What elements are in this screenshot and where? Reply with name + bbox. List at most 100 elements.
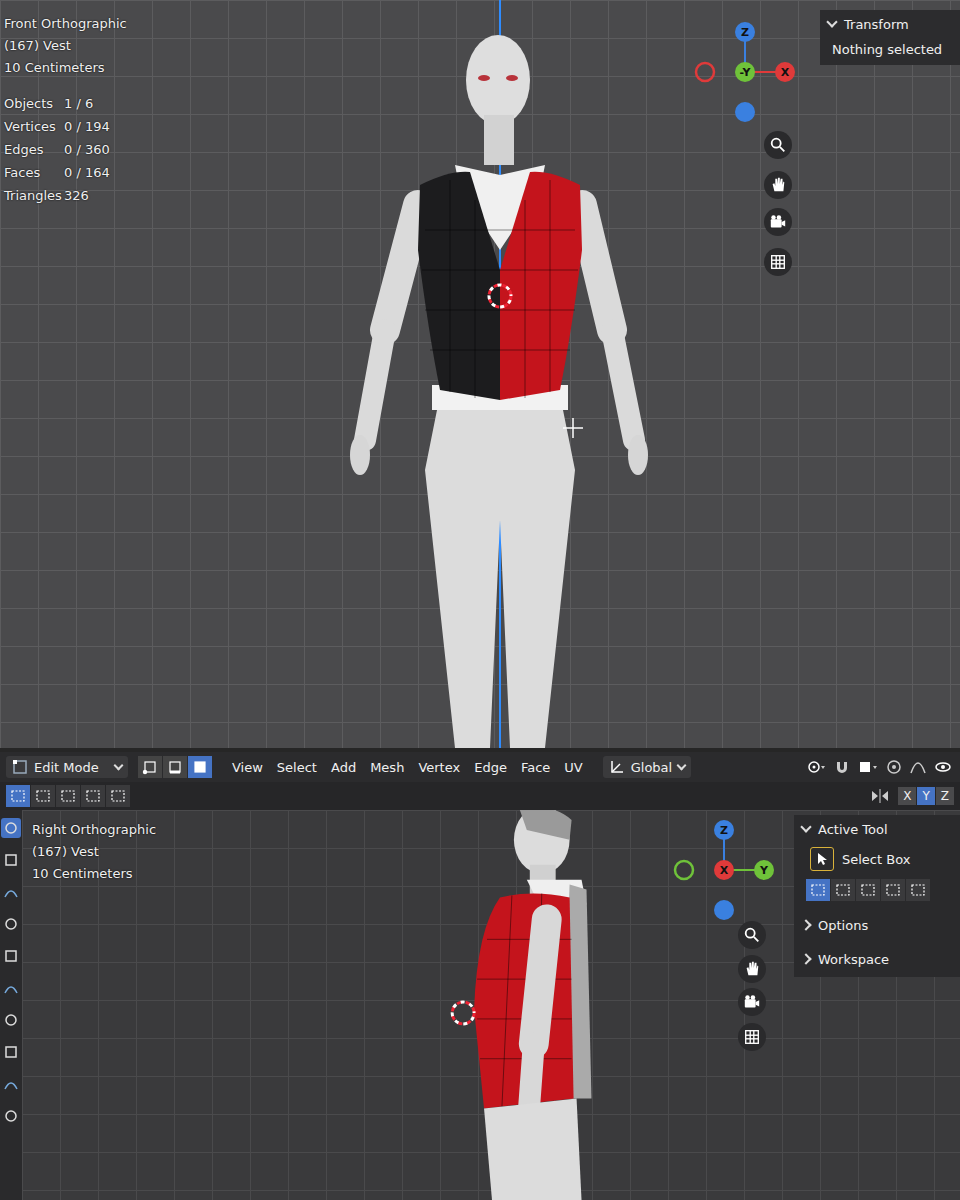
- menu-item[interactable]: Add: [331, 760, 356, 775]
- hand-icon[interactable]: [738, 955, 766, 983]
- camera-glyph-icon: [743, 993, 761, 1011]
- tool-icon[interactable]: [1, 1042, 21, 1062]
- pivot-icon[interactable]: [806, 759, 826, 775]
- axis-toggle[interactable]: X: [898, 787, 916, 805]
- tool-icon[interactable]: [1, 978, 21, 998]
- svg-text:-Y: -Y: [740, 66, 752, 79]
- zoom-icon[interactable]: [764, 131, 792, 159]
- panel-section[interactable]: Options: [802, 915, 952, 935]
- zoom-icon[interactable]: [738, 921, 766, 949]
- camera-icon[interactable]: [764, 208, 792, 236]
- active-tool-header[interactable]: Active Tool: [802, 819, 952, 839]
- falloff-icon[interactable]: [910, 759, 926, 775]
- svg-text:Y: Y: [759, 864, 769, 877]
- box-mode-icon[interactable]: [81, 785, 105, 807]
- mode-dropdown[interactable]: Edit Mode: [6, 756, 128, 778]
- edge-mode-icon[interactable]: [163, 756, 187, 778]
- box-mode-icon[interactable]: [831, 879, 855, 901]
- chevron-icon: [826, 16, 837, 27]
- tool-icon[interactable]: [1, 1106, 21, 1126]
- menu-item[interactable]: UV: [564, 760, 582, 775]
- tool-icon[interactable]: [1, 1074, 21, 1094]
- tool-icon[interactable]: [1, 882, 21, 902]
- right-viewport[interactable]: Right Orthographic(167) Vest10 Centimete…: [22, 810, 960, 1200]
- section-title: Workspace: [818, 952, 889, 967]
- proportional-icon[interactable]: [886, 759, 902, 775]
- axis-toggle[interactable]: Z: [936, 787, 954, 805]
- box-mode-icon[interactable]: [56, 785, 80, 807]
- toolbar: [0, 810, 22, 1200]
- select-mode-icon: [860, 882, 876, 898]
- face-mode-icon[interactable]: [188, 756, 212, 778]
- tool-glyph-icon: [3, 1044, 19, 1060]
- tool-icon[interactable]: [1, 946, 21, 966]
- stat-value: 0 / 164: [64, 163, 127, 183]
- select-mode-group: [138, 756, 212, 778]
- tool-icon[interactable]: [1, 818, 21, 838]
- stat-value: 0 / 360: [64, 140, 127, 160]
- viewport-header: Edit Mode View Select Add Mesh Vertex Edge Face…: [0, 752, 960, 782]
- menu-item[interactable]: Face: [521, 760, 550, 775]
- magnet-icon[interactable]: [834, 759, 850, 775]
- menu-item[interactable]: Edge: [474, 760, 507, 775]
- tool-glyph-icon: [3, 948, 19, 964]
- box-mode-icon[interactable]: [856, 879, 880, 901]
- tool-icon[interactable]: [1, 850, 21, 870]
- box-mode-icon[interactable]: [881, 879, 905, 901]
- tool-icon[interactable]: [1, 1010, 21, 1030]
- object-name: (167) Vest: [4, 36, 127, 56]
- tool-icon[interactable]: [1, 914, 21, 934]
- panel-section[interactable]: Workspace: [802, 949, 952, 969]
- cube-icon: [167, 759, 183, 775]
- transform-panel: TransformNothing selected: [820, 10, 960, 65]
- camera-glyph-icon: [769, 213, 787, 231]
- vertex-mode-icon[interactable]: [138, 756, 162, 778]
- grid-icon[interactable]: [738, 1023, 766, 1051]
- hand-glyph-icon: [769, 176, 787, 194]
- orientation-dropdown[interactable]: Global: [603, 756, 691, 778]
- tool-name: Select Box: [842, 852, 910, 867]
- grid-scale: 10 Centimeters: [32, 864, 156, 884]
- select-mode-icon: [835, 882, 851, 898]
- select-mode-icon: [85, 788, 101, 804]
- menu-bar: View Select Add Mesh Vertex Edge Face UV: [222, 760, 583, 775]
- axis-toggle[interactable]: Y: [917, 787, 934, 805]
- front-viewport[interactable]: Front Orthographic(167) Vest10 Centimete…: [0, 0, 960, 752]
- cursor-icon: [814, 851, 830, 867]
- tool-glyph-icon: [3, 884, 19, 900]
- snap-target-icon[interactable]: [858, 759, 878, 775]
- box-mode-icon[interactable]: [906, 879, 930, 901]
- mirror-axes: XYZ: [898, 787, 954, 805]
- tool-glyph-icon: [3, 1108, 19, 1124]
- orientation-label: Global: [631, 760, 672, 775]
- axes-icon: [609, 759, 625, 775]
- svg-text:X: X: [720, 864, 729, 877]
- view-info: Right Orthographic(167) Vest10 Centimete…: [32, 820, 156, 884]
- camera-icon[interactable]: [738, 988, 766, 1016]
- transform-header[interactable]: Transform: [828, 14, 952, 34]
- box-mode-icon[interactable]: [31, 785, 55, 807]
- hand-icon[interactable]: [764, 171, 792, 199]
- overlay-icon[interactable]: [934, 759, 954, 775]
- caret-icon: [114, 761, 124, 771]
- select-mode-icon: [910, 882, 926, 898]
- grid-glyph-icon: [743, 1028, 761, 1046]
- select-box-icon: [810, 847, 834, 871]
- menu-item[interactable]: View: [232, 760, 263, 775]
- box-mode-icon[interactable]: [106, 785, 130, 807]
- box-mode-icon[interactable]: [806, 879, 830, 901]
- menu-item[interactable]: Select: [277, 760, 317, 775]
- axis-gizmo[interactable]: Z Y X: [669, 815, 779, 925]
- svg-text:Z: Z: [720, 824, 728, 837]
- select-box-button[interactable]: Select Box: [802, 847, 952, 871]
- grid-icon[interactable]: [764, 248, 792, 276]
- menu-item[interactable]: Vertex: [418, 760, 460, 775]
- chevron-icon: [800, 953, 811, 964]
- section-title: Options: [818, 918, 868, 933]
- object-name: (167) Vest: [32, 842, 156, 862]
- mirror-icon[interactable]: [870, 788, 890, 804]
- tool-settings: XYZ: [0, 782, 960, 810]
- axis-gizmo[interactable]: ZX-Y: [690, 17, 800, 127]
- menu-item[interactable]: Mesh: [370, 760, 404, 775]
- box-mode-icon[interactable]: [6, 785, 30, 807]
